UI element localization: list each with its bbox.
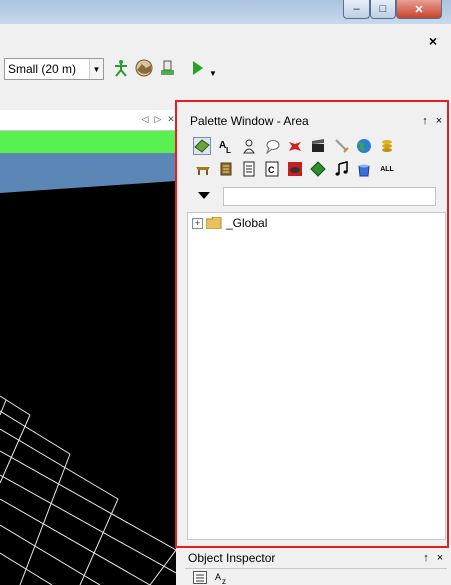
music-note-icon[interactable] bbox=[332, 160, 350, 178]
tree-item-label: _Global bbox=[226, 216, 268, 230]
object-inspector-header: Object Inspector ↑ × bbox=[185, 549, 447, 567]
folder-icon bbox=[206, 217, 222, 229]
area-size-value: Small (20 m) bbox=[8, 62, 77, 76]
palette-close-icon[interactable]: × bbox=[432, 114, 446, 128]
play-icon[interactable] bbox=[189, 59, 207, 77]
view-tab-header bbox=[0, 110, 178, 131]
object-inspector-title: Object Inspector bbox=[188, 551, 276, 565]
text-AL-icon[interactable]: AL bbox=[217, 137, 235, 155]
minimize-button[interactable]: – bbox=[343, 0, 370, 19]
creature-icon[interactable] bbox=[286, 137, 304, 155]
svg-text:z: z bbox=[222, 577, 226, 584]
area-size-select[interactable]: Small (20 m) ▼ bbox=[4, 58, 104, 80]
paint-icon[interactable] bbox=[158, 59, 176, 77]
palette-window-header: Palette Window - Area ↑ × bbox=[187, 112, 446, 130]
chevron-down-icon[interactable]: ▼ bbox=[89, 59, 103, 79]
expand-icon[interactable]: + bbox=[192, 217, 203, 229]
coins-icon[interactable] bbox=[378, 137, 396, 155]
categorized-view-icon[interactable] bbox=[193, 571, 207, 584]
close-window-button[interactable]: ✕ bbox=[396, 0, 442, 19]
sword-icon[interactable] bbox=[332, 137, 350, 155]
script-icon[interactable]: C bbox=[263, 160, 281, 178]
bucket-icon[interactable] bbox=[355, 160, 373, 178]
document-icon[interactable] bbox=[240, 160, 258, 178]
diamond-icon[interactable] bbox=[309, 160, 327, 178]
tab-right-arrow-icon[interactable]: ▷ bbox=[153, 113, 163, 125]
scroll-icon[interactable] bbox=[217, 160, 235, 178]
svg-text:C: C bbox=[268, 165, 275, 175]
tree-item-global[interactable]: + _Global bbox=[192, 215, 267, 231]
viewport-scene bbox=[0, 153, 176, 585]
palette-tree[interactable] bbox=[187, 212, 446, 540]
palette-search-input[interactable] bbox=[223, 187, 436, 206]
inspector-close-icon[interactable]: × bbox=[433, 551, 447, 565]
globe-icon[interactable] bbox=[355, 137, 373, 155]
area-3d-viewport[interactable] bbox=[0, 153, 176, 585]
maximize-button[interactable]: □ bbox=[370, 0, 396, 19]
sort-alpha-icon[interactable]: Az bbox=[215, 571, 229, 584]
table-icon[interactable] bbox=[194, 160, 212, 178]
object-inspector-toolbar: Az bbox=[185, 568, 447, 585]
pin-icon[interactable]: ↑ bbox=[418, 114, 432, 128]
tile-icon[interactable] bbox=[193, 137, 211, 155]
figure-icon[interactable] bbox=[112, 59, 130, 77]
speech-icon[interactable] bbox=[263, 137, 281, 155]
tab-left-arrow-icon[interactable]: ◁ bbox=[140, 113, 150, 125]
play-options-chevron-icon[interactable]: ▼ bbox=[209, 69, 217, 78]
person-icon[interactable] bbox=[240, 137, 258, 155]
close-document-icon[interactable]: × bbox=[426, 34, 440, 48]
trap-icon[interactable] bbox=[286, 160, 304, 178]
clapper-icon[interactable] bbox=[309, 137, 327, 155]
svg-text:A: A bbox=[215, 572, 221, 582]
svg-text:L: L bbox=[226, 146, 231, 154]
palette-window-title: Palette Window - Area bbox=[190, 114, 309, 128]
view-status-bar bbox=[0, 131, 176, 153]
inspector-pin-icon[interactable]: ↑ bbox=[419, 551, 433, 565]
terrain-icon[interactable] bbox=[135, 59, 153, 77]
all-icon-label: ALL bbox=[380, 165, 394, 173]
filter-dropdown-icon[interactable] bbox=[197, 190, 211, 200]
all-icon[interactable]: ALL bbox=[378, 160, 396, 178]
